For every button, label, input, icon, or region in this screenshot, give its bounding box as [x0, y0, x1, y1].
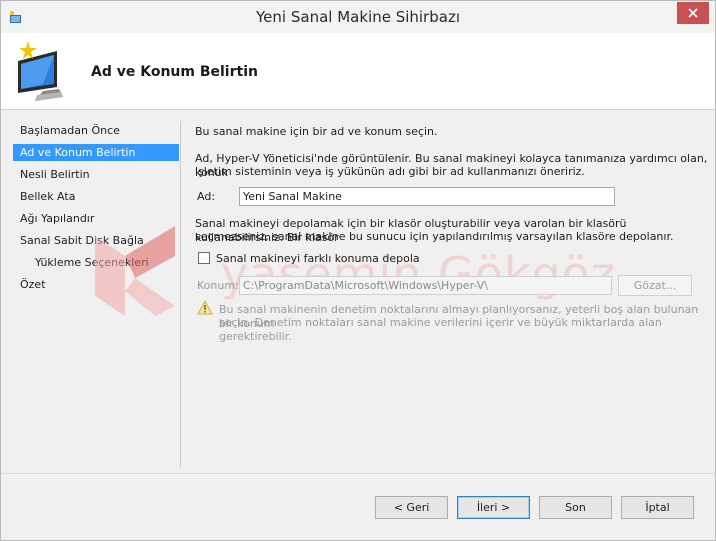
store-different-location-checkbox[interactable] [198, 252, 210, 264]
finish-button[interactable]: Son [539, 496, 612, 519]
next-button[interactable]: İleri > [457, 496, 530, 519]
back-button[interactable]: < Geri [375, 496, 448, 519]
nav-item-before-you-begin[interactable]: Başlamadan Önce [13, 122, 179, 139]
storage-line-2: seçmezseniz, sanal makine bu sunucu için… [195, 230, 674, 243]
title-bar[interactable]: Yeni Sanal Makine Sihirbazı [1, 1, 715, 33]
nav-item-name-location[interactable]: Ad ve Konum Belirtin [13, 144, 179, 161]
footer-divider [1, 473, 715, 474]
location-field[interactable]: C:\ProgramData\Microsoft\Windows\Hyper-V… [239, 276, 612, 295]
page-title: Ad ve Konum Belirtin [91, 64, 258, 80]
intro-text: Bu sanal makine için bir ad ve konum seç… [195, 125, 438, 138]
new-vm-wizard-icon [18, 41, 63, 101]
location-value: C:\ProgramData\Microsoft\Windows\Hyper-V… [243, 279, 488, 292]
wizard-window: Yeni Sanal Makine Sihirbazı Ad ve Konum … [0, 0, 716, 541]
warning-line-2: seçin. Denetim noktaları sanal makine ve… [219, 316, 662, 343]
close-icon [688, 8, 698, 18]
nav-item-generation[interactable]: Nesli Belirtin [13, 166, 179, 183]
close-button[interactable] [677, 2, 709, 24]
wizard-header: Ad ve Konum Belirtin [1, 33, 715, 110]
cancel-button[interactable]: İptal [621, 496, 694, 519]
name-input[interactable] [239, 187, 615, 206]
location-label: Konum: [197, 279, 239, 292]
name-label: Ad: [197, 190, 216, 203]
nav-item-memory[interactable]: Bellek Ata [13, 188, 179, 205]
description-line-2: işletim sisteminin veya iş yükünün adı g… [195, 165, 585, 178]
browse-button[interactable]: Gözat... [618, 275, 692, 296]
watermark-logo [95, 226, 175, 316]
window-title: Yeni Sanal Makine Sihirbazı [256, 8, 460, 26]
warning-icon [197, 300, 213, 315]
checkbox-label[interactable]: Sanal makineyi farklı konuma depola [216, 252, 420, 266]
